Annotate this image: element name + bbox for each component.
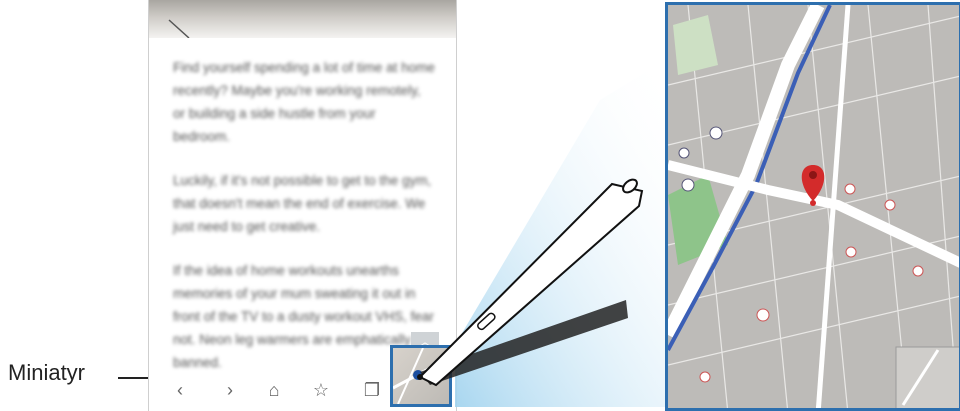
magnified-map-window [665,2,960,411]
